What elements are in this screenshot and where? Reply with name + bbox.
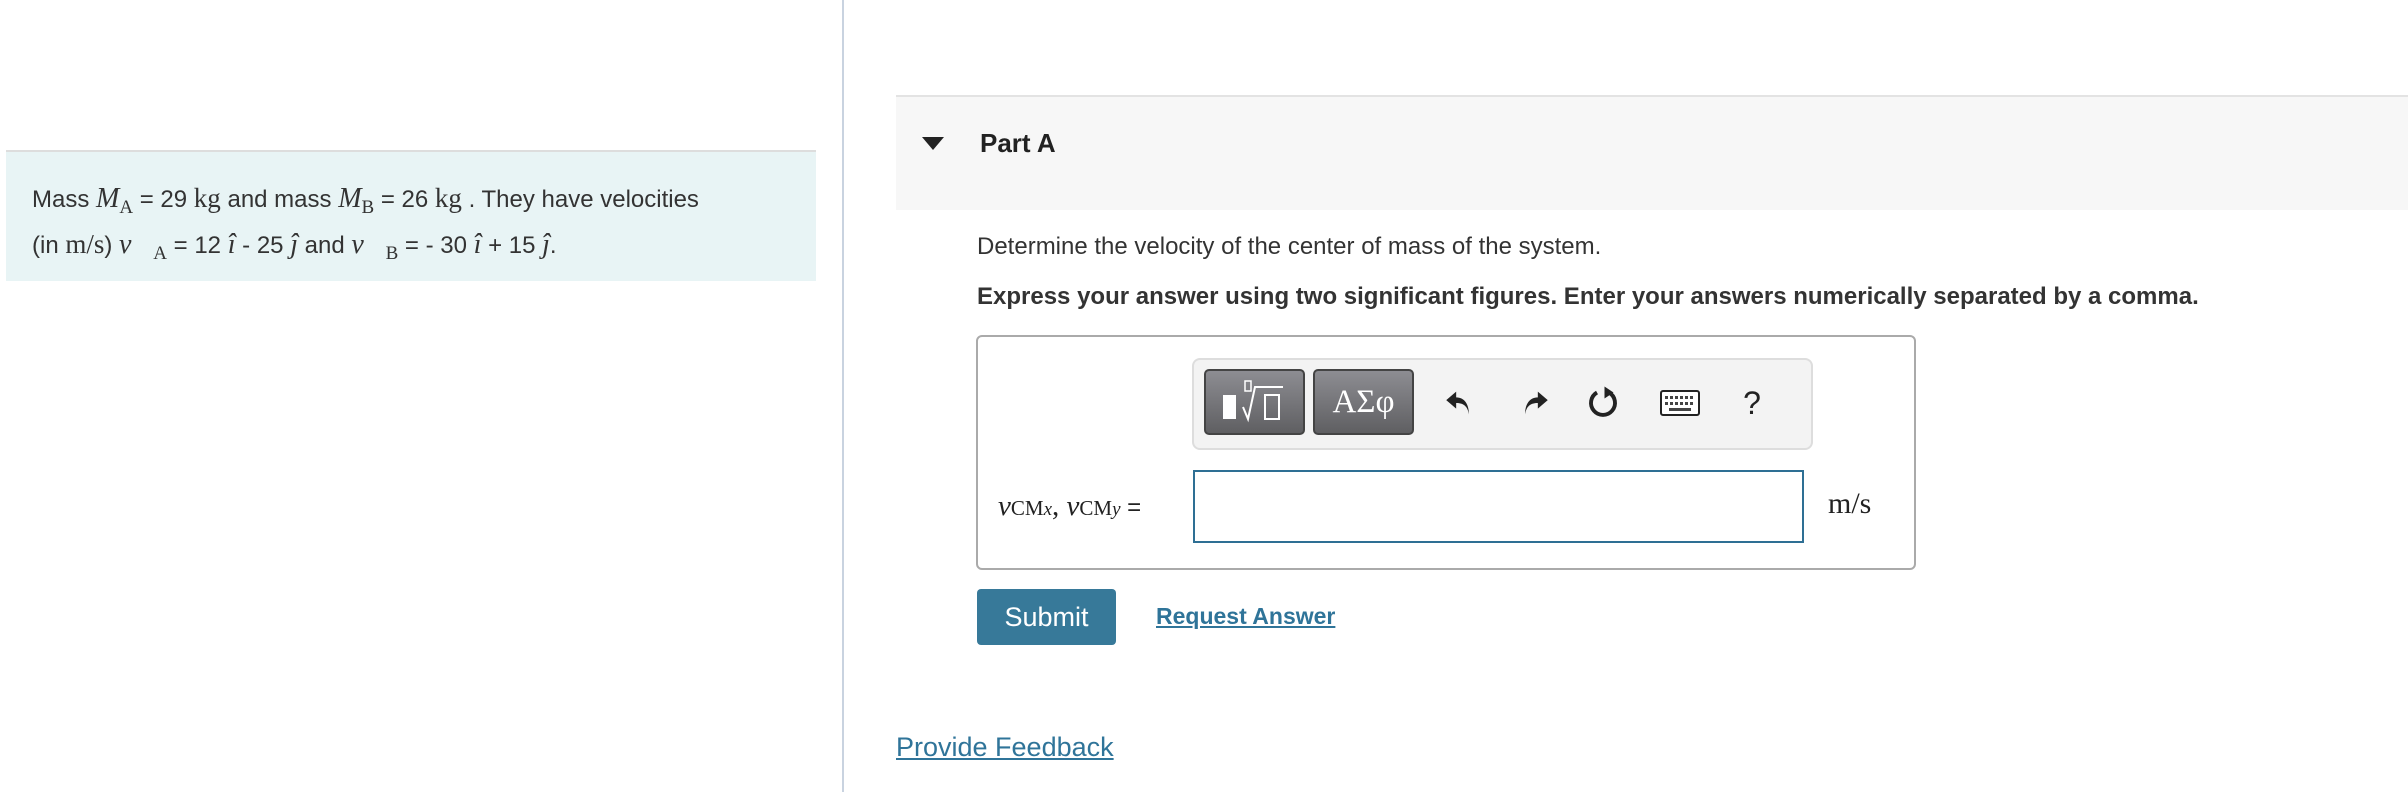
redo-icon	[1525, 391, 1548, 415]
mass-b-symbol: M	[338, 183, 362, 214]
reset-button[interactable]	[1578, 378, 1628, 428]
unit-vector-j: ĵ	[542, 229, 550, 260]
problem-line-1: Mass MA = 29 kg and mass MB = 26 kg . Th…	[32, 180, 816, 226]
subscript: B	[361, 197, 375, 218]
var: v	[998, 490, 1011, 522]
request-answer-link[interactable]: Request Answer	[1156, 603, 1335, 630]
help-button[interactable]: ?	[1727, 378, 1777, 428]
text: Mass	[32, 186, 97, 213]
text: . They have velocities	[461, 186, 699, 213]
answer-label: vCMx, vCMy =	[998, 490, 1141, 523]
part-title[interactable]: Part A	[980, 128, 1056, 159]
unit: kg	[193, 183, 221, 213]
text: and mass	[220, 186, 339, 213]
provide-feedback-link[interactable]: Provide Feedback	[896, 732, 1114, 763]
subscript: y	[1112, 499, 1121, 520]
subscript: x	[1043, 499, 1052, 520]
text: .	[549, 232, 557, 259]
velocity-a-symbol: v⃗	[119, 229, 154, 260]
submit-button[interactable]: Submit	[977, 589, 1116, 645]
question-prompt: Determine the velocity of the center of …	[977, 233, 1602, 260]
answer-unit: m/s	[1828, 487, 1872, 520]
separator: ,	[1052, 490, 1067, 522]
text: and	[297, 232, 352, 259]
var: v	[1066, 490, 1080, 522]
column-divider	[842, 0, 844, 792]
subscript: B	[385, 243, 399, 264]
reset-icon	[1589, 386, 1617, 417]
text: (in	[32, 232, 66, 259]
subscript: A	[119, 197, 134, 218]
answer-input[interactable]	[1193, 470, 1804, 543]
mass-a-symbol: M	[96, 183, 120, 214]
text: = - 30	[398, 232, 474, 259]
templates-button[interactable]	[1204, 369, 1305, 435]
redo-button[interactable]	[1510, 378, 1560, 428]
text: + 15	[481, 232, 543, 259]
question-instructions: Express your answer using two significan…	[977, 283, 2199, 310]
collapse-triangle-icon[interactable]	[922, 137, 944, 150]
unit: m/s	[65, 229, 105, 259]
keyboard-icon	[1660, 390, 1700, 416]
undo-icon	[1446, 391, 1469, 415]
symbols-button[interactable]: ΑΣφ	[1313, 369, 1414, 435]
problem-statement: Mass MA = 29 kg and mass MB = 26 kg . Th…	[6, 150, 816, 281]
subscript: CM	[1079, 496, 1113, 520]
text: = 29	[133, 186, 194, 213]
part-a-header[interactable]	[896, 95, 2408, 210]
undo-button[interactable]	[1434, 378, 1484, 428]
keyboard-button[interactable]	[1655, 378, 1705, 428]
text: = 12	[166, 232, 228, 259]
subscript: CM	[1010, 496, 1044, 520]
fraction-root-templates-icon	[1222, 380, 1283, 423]
text: )	[104, 232, 120, 259]
problem-line-2: (in m/s) v⃗A = 12 î - 25 ĵ and v⃗B = - 3…	[32, 226, 816, 272]
subscript: A	[153, 243, 167, 264]
equals: =	[1120, 494, 1142, 521]
text: - 25	[235, 232, 291, 259]
unit-vector-j: ĵ	[290, 229, 298, 260]
unit: kg	[434, 183, 462, 213]
velocity-b-symbol: v⃗	[351, 229, 386, 260]
text: = 26	[374, 186, 435, 213]
